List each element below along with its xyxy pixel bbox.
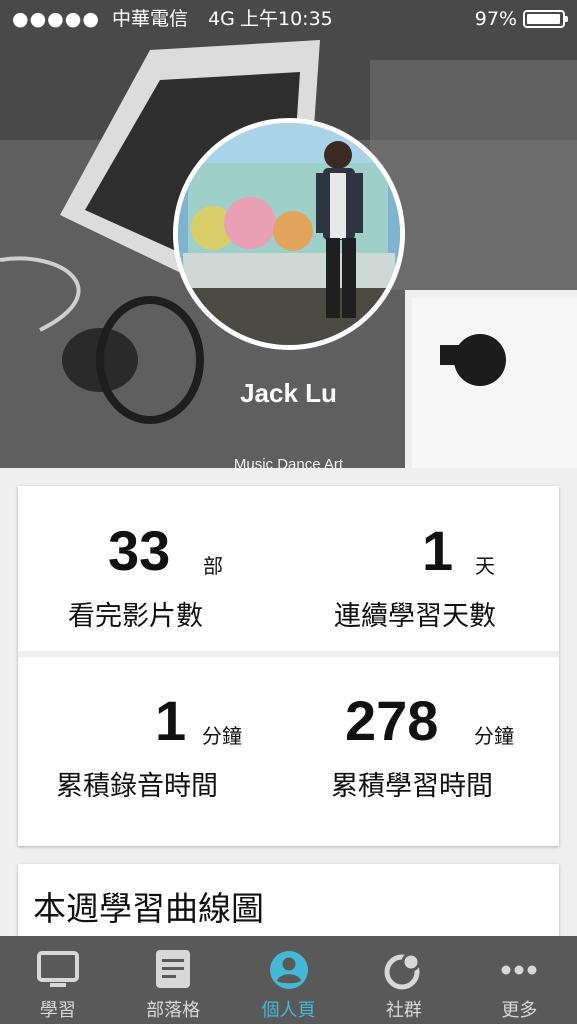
status-bar: ●●●●● 中華電信 4G 上午10:35 97%: [0, 0, 577, 38]
stat-videos-watched: 33 部 看完影片數: [18, 486, 288, 654]
profile-header: ●●●●● 中華電信 4G 上午10:35 97% Jack Lu Music …: [0, 0, 577, 468]
tab-more[interactable]: 更多: [462, 936, 577, 1024]
stat-recording-time: 1 分鐘 累積錄音時間: [18, 656, 288, 824]
stat-unit: 分鐘: [474, 724, 514, 748]
stat-unit: 天: [475, 554, 495, 578]
more-icon: [501, 965, 537, 975]
stat-learning-time: 278 分鐘 累積學習時間: [289, 656, 559, 824]
tab-label: 部落格: [146, 1000, 201, 1021]
stat-label: 連續學習天數: [334, 601, 496, 632]
network-type: 4G: [208, 8, 235, 30]
stat-value: 1: [422, 519, 454, 582]
profile-tagline: Music Dance Art: [233, 456, 344, 468]
profile-name: Jack Lu: [240, 378, 337, 408]
stat-unit: 部: [203, 554, 223, 578]
tab-blog[interactable]: 部落格: [115, 936, 230, 1024]
signal-icon: ●●●●●: [12, 8, 100, 30]
stat-label: 累積學習時間: [331, 771, 493, 802]
stat-label: 看完影片數: [68, 601, 203, 632]
clock: 上午10:35: [240, 8, 333, 30]
stat-label: 累積錄音時間: [56, 771, 218, 802]
tv-icon: [36, 951, 79, 987]
person-icon: [269, 951, 308, 989]
battery-icon: [523, 10, 568, 28]
avatar[interactable]: [173, 118, 405, 350]
stat-unit: 分鐘: [202, 724, 242, 748]
battery-fill: [527, 14, 560, 24]
carrier-name: 中華電信: [111, 8, 188, 30]
battery-percent: 97%: [474, 8, 517, 30]
tab-label: 更多: [501, 1000, 538, 1021]
tab-community[interactable]: 社群: [346, 936, 461, 1024]
tab-profile[interactable]: 個人頁: [231, 936, 346, 1024]
tab-label: 個人頁: [261, 1000, 316, 1021]
stat-streak-days: 1 天 連續學習天數: [289, 486, 559, 654]
chart-card-title: 本週學習曲線圖: [33, 889, 264, 928]
stat-value: 278: [345, 689, 439, 752]
document-icon: [156, 950, 191, 988]
community-icon: [384, 952, 421, 990]
avatar-photo: [178, 123, 400, 345]
tab-bar: 學習 部落格 個人頁 社群 更多: [0, 936, 577, 1024]
tab-label: 學習: [39, 1000, 76, 1021]
stat-value: 1: [155, 689, 187, 752]
tab-label: 社群: [385, 1000, 422, 1021]
stats-card: 33 部 看完影片數 1 天 連續學習天數 1 分鐘 累積錄音時間 278 分鐘…: [18, 486, 559, 846]
weekly-chart-card[interactable]: 本週學習曲線圖: [18, 864, 559, 944]
stat-value: 33: [108, 519, 171, 582]
tab-learning[interactable]: 學習: [0, 936, 115, 1024]
